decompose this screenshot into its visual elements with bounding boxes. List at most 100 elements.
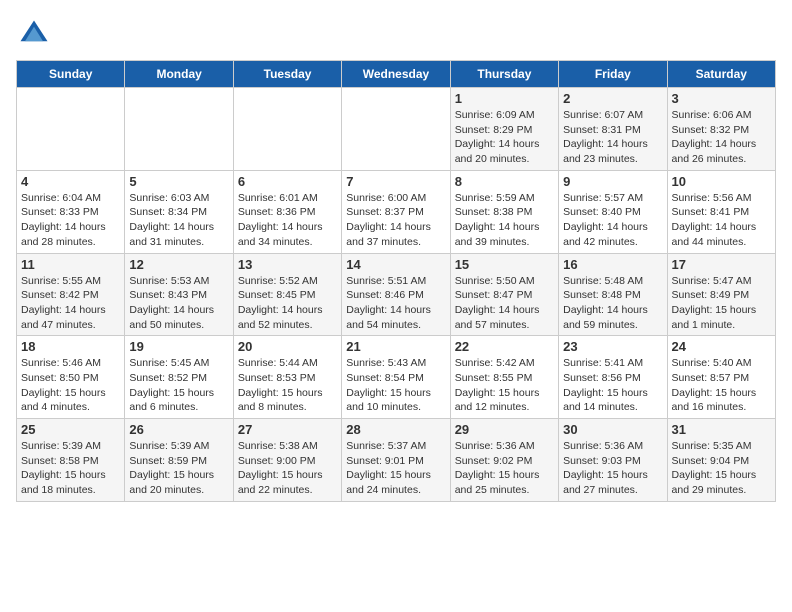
day-number: 24 (672, 339, 771, 354)
day-info: Sunrise: 5:52 AM Sunset: 8:45 PM Dayligh… (238, 274, 337, 333)
calendar-cell: 1 Sunrise: 6:09 AM Sunset: 8:29 PM Daylig… (450, 88, 558, 171)
day-info: Sunrise: 6:03 AM Sunset: 8:34 PM Dayligh… (129, 191, 228, 250)
header-day-sunday: Sunday (17, 61, 125, 88)
week-row-2: 11Sunrise: 5:55 AM Sunset: 8:42 PM Dayli… (17, 253, 776, 336)
day-number: 10 (672, 174, 771, 189)
day-number: 16 (563, 257, 662, 272)
day-info: Sunrise: 5:51 AM Sunset: 8:46 PM Dayligh… (346, 274, 445, 333)
header-day-thursday: Thursday (450, 61, 558, 88)
day-number: 22 (455, 339, 554, 354)
day-info: Sunrise: 6:01 AM Sunset: 8:36 PM Dayligh… (238, 191, 337, 250)
day-info: Sunrise: 5:40 AM Sunset: 8:57 PM Dayligh… (672, 356, 771, 415)
day-info: Sunrise: 5:45 AM Sunset: 8:52 PM Dayligh… (129, 356, 228, 415)
day-number: 14 (346, 257, 445, 272)
calendar-cell: 24 Sunrise: 5:40 AM Sunset: 8:57 PM Dayli… (667, 336, 775, 419)
day-number: 25 (21, 422, 120, 437)
logo-icon (16, 16, 52, 52)
calendar-cell: 12 Sunrise: 5:53 AM Sunset: 8:43 PM Dayli… (125, 253, 233, 336)
logo (16, 16, 56, 52)
calendar-cell: 18 Sunrise: 5:46 AM Sunset: 8:50 PM Dayli… (17, 336, 125, 419)
day-number: 15 (455, 257, 554, 272)
day-info: Sunrise: 5:35 AM Sunset: 9:04 PM Dayligh… (672, 439, 771, 498)
calendar-cell: 11Sunrise: 5:55 AM Sunset: 8:42 PM Dayli… (17, 253, 125, 336)
calendar-cell: 2Sunrise: 6:07 AM Sunset: 8:31 PM Daylig… (559, 88, 667, 171)
day-info: Sunrise: 6:06 AM Sunset: 8:32 PM Dayligh… (672, 108, 771, 167)
calendar-cell: 20 Sunrise: 5:44 AM Sunset: 8:53 PM Dayli… (233, 336, 341, 419)
day-number: 1 (455, 91, 554, 106)
day-info: Sunrise: 5:47 AM Sunset: 8:49 PM Dayligh… (672, 274, 771, 333)
day-info: Sunrise: 5:53 AM Sunset: 8:43 PM Dayligh… (129, 274, 228, 333)
day-number: 19 (129, 339, 228, 354)
day-number: 3 (672, 91, 771, 106)
day-number: 28 (346, 422, 445, 437)
header-day-monday: Monday (125, 61, 233, 88)
calendar-cell: 25 Sunrise: 5:39 AM Sunset: 8:58 PM Dayli… (17, 419, 125, 502)
day-info: Sunrise: 5:36 AM Sunset: 9:03 PM Dayligh… (563, 439, 662, 498)
calendar-cell: 21 Sunrise: 5:43 AM Sunset: 8:54 PM Dayli… (342, 336, 450, 419)
day-info: Sunrise: 5:46 AM Sunset: 8:50 PM Dayligh… (21, 356, 120, 415)
day-number: 26 (129, 422, 228, 437)
calendar-cell: 27Sunrise: 5:38 AM Sunset: 9:00 PM Dayli… (233, 419, 341, 502)
day-info: Sunrise: 5:56 AM Sunset: 8:41 PM Dayligh… (672, 191, 771, 250)
day-info: Sunrise: 6:00 AM Sunset: 8:37 PM Dayligh… (346, 191, 445, 250)
calendar-cell: 30Sunrise: 5:36 AM Sunset: 9:03 PM Dayli… (559, 419, 667, 502)
day-info: Sunrise: 5:48 AM Sunset: 8:48 PM Dayligh… (563, 274, 662, 333)
day-number: 18 (21, 339, 120, 354)
day-number: 17 (672, 257, 771, 272)
calendar-cell: 3 Sunrise: 6:06 AM Sunset: 8:32 PM Daylig… (667, 88, 775, 171)
calendar-cell (342, 88, 450, 171)
day-info: Sunrise: 5:39 AM Sunset: 8:59 PM Dayligh… (129, 439, 228, 498)
calendar-cell: 19 Sunrise: 5:45 AM Sunset: 8:52 PM Dayli… (125, 336, 233, 419)
day-info: Sunrise: 6:09 AM Sunset: 8:29 PM Dayligh… (455, 108, 554, 167)
calendar-cell: 16 Sunrise: 5:48 AM Sunset: 8:48 PM Dayli… (559, 253, 667, 336)
day-info: Sunrise: 5:55 AM Sunset: 8:42 PM Dayligh… (21, 274, 120, 333)
day-number: 5 (129, 174, 228, 189)
day-number: 20 (238, 339, 337, 354)
day-number: 4 (21, 174, 120, 189)
week-row-0: 1 Sunrise: 6:09 AM Sunset: 8:29 PM Daylig… (17, 88, 776, 171)
day-number: 6 (238, 174, 337, 189)
header-day-wednesday: Wednesday (342, 61, 450, 88)
day-info: Sunrise: 6:04 AM Sunset: 8:33 PM Dayligh… (21, 191, 120, 250)
header-day-friday: Friday (559, 61, 667, 88)
calendar-cell: 6 Sunrise: 6:01 AM Sunset: 8:36 PM Daylig… (233, 170, 341, 253)
day-info: Sunrise: 5:57 AM Sunset: 8:40 PM Dayligh… (563, 191, 662, 250)
calendar-cell: 17 Sunrise: 5:47 AM Sunset: 8:49 PM Dayli… (667, 253, 775, 336)
day-info: Sunrise: 5:43 AM Sunset: 8:54 PM Dayligh… (346, 356, 445, 415)
day-info: Sunrise: 5:39 AM Sunset: 8:58 PM Dayligh… (21, 439, 120, 498)
header-row: SundayMondayTuesdayWednesdayThursdayFrid… (17, 61, 776, 88)
week-row-3: 18 Sunrise: 5:46 AM Sunset: 8:50 PM Dayli… (17, 336, 776, 419)
calendar-body: 1 Sunrise: 6:09 AM Sunset: 8:29 PM Daylig… (17, 88, 776, 502)
calendar-cell: 8 Sunrise: 5:59 AM Sunset: 8:38 PM Daylig… (450, 170, 558, 253)
week-row-1: 4 Sunrise: 6:04 AM Sunset: 8:33 PM Daylig… (17, 170, 776, 253)
day-number: 21 (346, 339, 445, 354)
day-info: Sunrise: 5:44 AM Sunset: 8:53 PM Dayligh… (238, 356, 337, 415)
day-info: Sunrise: 5:59 AM Sunset: 8:38 PM Dayligh… (455, 191, 554, 250)
day-info: Sunrise: 5:37 AM Sunset: 9:01 PM Dayligh… (346, 439, 445, 498)
day-number: 29 (455, 422, 554, 437)
calendar-table: SundayMondayTuesdayWednesdayThursdayFrid… (16, 60, 776, 502)
day-number: 8 (455, 174, 554, 189)
calendar-cell: 15Sunrise: 5:50 AM Sunset: 8:47 PM Dayli… (450, 253, 558, 336)
day-number: 31 (672, 422, 771, 437)
calendar-cell (233, 88, 341, 171)
day-info: Sunrise: 5:38 AM Sunset: 9:00 PM Dayligh… (238, 439, 337, 498)
day-info: Sunrise: 5:42 AM Sunset: 8:55 PM Dayligh… (455, 356, 554, 415)
calendar-cell: 5 Sunrise: 6:03 AM Sunset: 8:34 PM Daylig… (125, 170, 233, 253)
calendar-cell: 28 Sunrise: 5:37 AM Sunset: 9:01 PM Dayli… (342, 419, 450, 502)
calendar-cell: 22 Sunrise: 5:42 AM Sunset: 8:55 PM Dayli… (450, 336, 558, 419)
week-row-4: 25 Sunrise: 5:39 AM Sunset: 8:58 PM Dayli… (17, 419, 776, 502)
day-info: Sunrise: 6:07 AM Sunset: 8:31 PM Dayligh… (563, 108, 662, 167)
calendar-cell (17, 88, 125, 171)
calendar-cell: 31 Sunrise: 5:35 AM Sunset: 9:04 PM Dayli… (667, 419, 775, 502)
day-info: Sunrise: 5:36 AM Sunset: 9:02 PM Dayligh… (455, 439, 554, 498)
calendar-header: SundayMondayTuesdayWednesdayThursdayFrid… (17, 61, 776, 88)
calendar-cell: 14 Sunrise: 5:51 AM Sunset: 8:46 PM Dayli… (342, 253, 450, 336)
calendar-cell: 10 Sunrise: 5:56 AM Sunset: 8:41 PM Dayli… (667, 170, 775, 253)
day-number: 12 (129, 257, 228, 272)
calendar-cell: 29 Sunrise: 5:36 AM Sunset: 9:02 PM Dayli… (450, 419, 558, 502)
page-header (16, 16, 776, 52)
day-number: 23 (563, 339, 662, 354)
header-day-tuesday: Tuesday (233, 61, 341, 88)
calendar-cell: 13Sunrise: 5:52 AM Sunset: 8:45 PM Dayli… (233, 253, 341, 336)
